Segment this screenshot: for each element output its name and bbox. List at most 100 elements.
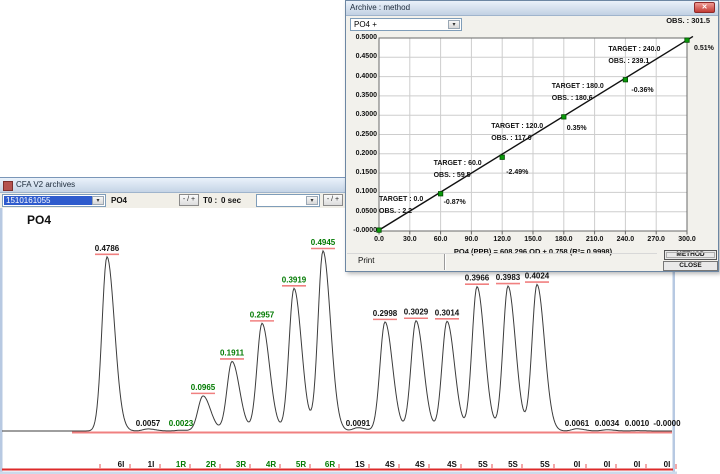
sample-id-label: 4R [266, 460, 276, 469]
cal-x-tick-label: 240.0 [610, 236, 640, 243]
sample-id-label: 6I [118, 460, 125, 469]
obs-label: OBS. : 180.6 [552, 95, 593, 102]
cal-x-tick-label: 120.0 [487, 236, 517, 243]
sample-id-label: 0I [664, 460, 671, 469]
sample-id-label: 5S [540, 460, 550, 469]
window-left-border [0, 208, 3, 472]
peak-value-label: 0.0010 [625, 419, 650, 428]
sample-id-label: 1S [355, 460, 365, 469]
calibration-point [377, 228, 381, 232]
obs-label: OBS. : 59.5 [434, 172, 471, 179]
sample-id-label: 5R [296, 460, 306, 469]
obs-label: OBS. : 117.0 [491, 135, 531, 142]
cal-y-tick-label: 0.3000 [346, 111, 377, 118]
main-window-title: CFA V2 archives [16, 180, 75, 189]
cal-y-tick-label: 0.5000 [346, 34, 377, 41]
sample-id-label: 5S [508, 460, 518, 469]
cal-y-tick-label: 0.2000 [346, 150, 377, 157]
t0-value: 0 sec [221, 196, 241, 205]
target-label: TARGET : 240.0 [608, 46, 660, 53]
peak-value-label: -0.0000 [653, 419, 681, 428]
archive-id-combobox[interactable]: 1510161055 ▾ [2, 194, 106, 207]
peak-value-label: 0.0091 [346, 419, 371, 428]
peak-value-label: 0.4945 [311, 238, 336, 247]
cal-x-tick-label: 210.0 [580, 236, 610, 243]
cal-x-tick-label: 90.0 [456, 236, 486, 243]
target-label: TARGET : 180.0 [552, 83, 604, 90]
chevron-down-icon[interactable]: ▾ [92, 196, 104, 205]
sample-id-label: 2R [206, 460, 216, 469]
sample-id-label: 1R [176, 460, 186, 469]
cal-x-tick-label: 150.0 [518, 236, 548, 243]
calibration-point [685, 38, 689, 42]
calibration-point [623, 78, 627, 82]
obs-label: OBS. : 239.1 [608, 58, 649, 65]
calibration-plot [346, 1, 720, 273]
aux-combobox[interactable]: ▾ [256, 194, 320, 207]
error-pct-label: 0.51% [694, 45, 714, 52]
calibration-point [500, 155, 504, 159]
peak-value-label: 0.3029 [404, 308, 429, 317]
cal-y-tick-label: 0.1000 [346, 188, 377, 195]
peak-value-label: 0.3014 [435, 308, 460, 317]
archive-id-value: 1510161055 [4, 196, 93, 205]
calibration-point [438, 192, 442, 196]
chevron-down-icon[interactable]: ▾ [306, 196, 318, 205]
peak-value-label: 0.2998 [373, 309, 398, 318]
cal-y-tick-label: 0.3500 [346, 92, 377, 99]
obs-label: OBS. : 2.2 [379, 208, 412, 215]
cal-x-tick-label: 180.0 [549, 236, 579, 243]
error-pct-label: -0.36% [631, 87, 653, 94]
cal-x-tick-label: 300.0 [672, 236, 702, 243]
sample-id-label: 0I [574, 460, 581, 469]
cal-y-tick-label: 0.4500 [346, 53, 377, 60]
t0-label: T0 : [203, 196, 217, 205]
peak-value-label: 0.3919 [282, 275, 307, 284]
cal-x-tick-label: 270.0 [641, 236, 671, 243]
app-icon [3, 181, 13, 191]
analyte-label: PO4 [111, 196, 127, 205]
scale-minus-plus-button[interactable]: - / + [179, 194, 199, 206]
peak-value-label: 0.3966 [465, 274, 490, 283]
sample-id-label: 4S [447, 460, 457, 469]
sample-id-label: 1I [148, 460, 155, 469]
peak-value-label: 0.0034 [595, 419, 620, 428]
cal-y-tick-label: 0.0500 [346, 208, 377, 215]
print-button[interactable]: Print [358, 256, 374, 265]
sample-id-label: 4S [415, 460, 425, 469]
cal-y-tick-label: 0.2500 [346, 131, 377, 138]
calibration-point [562, 115, 566, 119]
target-label: TARGET : 120.0 [491, 123, 543, 130]
sample-id-label: 4S [385, 460, 395, 469]
scale-minus-plus-button-2[interactable]: - / + [323, 194, 343, 206]
peak-value-label: 0.0061 [565, 419, 590, 428]
cal-x-tick-label: 0.0 [364, 236, 394, 243]
error-pct-label: -0.87% [444, 199, 466, 206]
sample-id-label: 0I [634, 460, 641, 469]
peak-value-label: 0.2957 [250, 310, 275, 319]
sample-id-label: 3R [236, 460, 246, 469]
statusbar-divider [444, 254, 446, 270]
cal-x-tick-label: 30.0 [395, 236, 425, 243]
archive-statusbar [347, 253, 657, 272]
archive-method-window: Archive : method ✕ PO4 + ▾ OBS. : 301.5 … [345, 0, 719, 272]
sample-id-label: 5S [478, 460, 488, 469]
chromatogram-trace [2, 251, 672, 431]
sample-id-label: 0I [604, 460, 611, 469]
cal-y-tick-label: 0.1500 [346, 169, 377, 176]
peak-value-label: 0.3983 [496, 273, 521, 282]
target-label: TARGET : 0.0 [379, 196, 423, 203]
peak-value-label: 0.1911 [220, 348, 245, 357]
peak-value-label: 0.0057 [136, 419, 161, 428]
sample-id-label: 6R [325, 460, 335, 469]
close-button[interactable]: CLOSE [663, 261, 718, 271]
method-button[interactable]: METHOD [664, 250, 717, 260]
error-pct-label: -2.49% [506, 169, 528, 176]
peak-value-label: 0.0023 [169, 419, 194, 428]
aux-combobox-value [258, 196, 307, 205]
error-pct-label: 0.35% [567, 125, 587, 132]
cal-x-tick-label: 60.0 [426, 236, 456, 243]
cal-y-tick-label: -0.0000 [346, 227, 377, 234]
peak-value-label: 0.4786 [95, 244, 120, 253]
cal-y-tick-label: 0.4000 [346, 73, 377, 80]
